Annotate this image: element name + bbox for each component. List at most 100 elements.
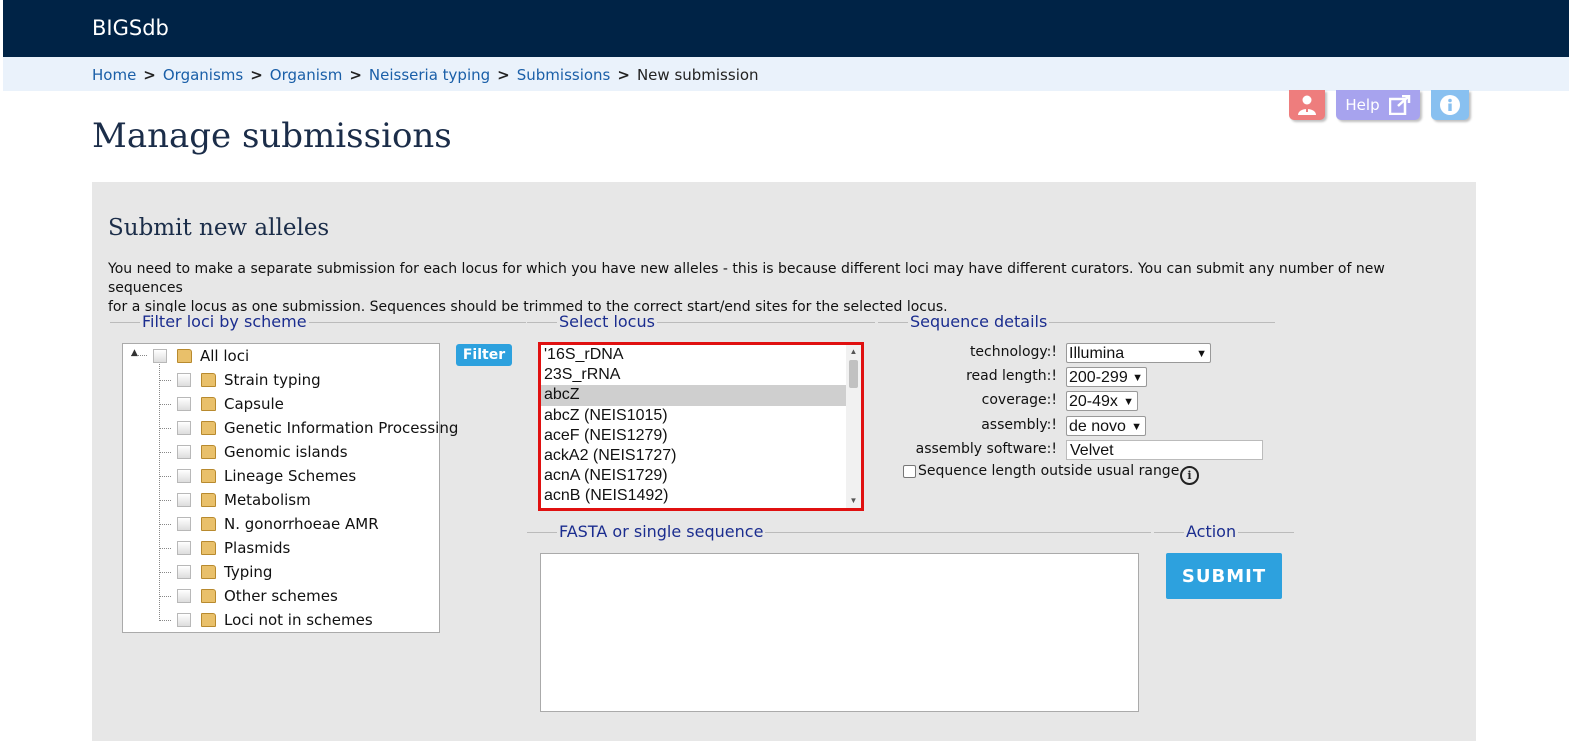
breadcrumb-submissions[interactable]: Submissions [517, 66, 611, 84]
tree-collapse-icon[interactable]: ▲ [131, 348, 138, 358]
chevron-down-icon: ▼ [1196, 348, 1207, 360]
tree-node-label: Plasmids [224, 539, 291, 557]
locus-select-list[interactable]: '16S_rDNA 23S_rRNA abcZ abcZ (NEIS1015) aceF… [538, 342, 864, 511]
scheme-tree[interactable]: ▲ All loci Strain typing Capsule Genetic I… [122, 343, 458, 633]
tree-node-label: Other schemes [224, 587, 338, 605]
locus-option[interactable]: abcZ (NEIS1015) [541, 406, 861, 426]
checkbox-icon[interactable] [177, 493, 191, 507]
checkbox-icon[interactable] [177, 613, 191, 627]
read-length-select[interactable]: 200-299 ▼ [1066, 367, 1147, 387]
info-circle-icon[interactable]: i [1180, 466, 1199, 485]
filter-fieldset-legend: Filter loci by scheme [110, 312, 526, 332]
details-fieldset-legend: Sequence details [878, 312, 1275, 332]
tree-node-scheme[interactable]: Loci not in schemes [177, 610, 373, 630]
coverage-label: coverage:! [981, 392, 1057, 408]
scroll-down-icon[interactable]: ▼ [846, 494, 861, 508]
checkbox-icon[interactable] [177, 373, 191, 387]
site-brand[interactable]: BIGSdb [92, 16, 169, 40]
tree-node-scheme[interactable]: Genomic islands [177, 442, 348, 462]
checkbox-icon[interactable] [177, 589, 191, 603]
folder-icon [201, 493, 216, 507]
tree-node-label: Typing [224, 563, 273, 581]
breadcrumb-home[interactable]: Home [92, 66, 136, 84]
account-button[interactable] [1289, 90, 1325, 120]
breadcrumb-neisseria-typing[interactable]: Neisseria typing [369, 66, 490, 84]
read-length-label: read length:! [966, 368, 1057, 384]
help-button[interactable]: Help [1336, 90, 1420, 120]
tree-node-scheme[interactable]: Genetic Information Processing [177, 418, 458, 438]
submission-panel: Submit new alleles You need to make a se… [92, 182, 1476, 741]
breadcrumb-separator: > [143, 66, 156, 84]
assembly-software-label: assembly software:! [915, 441, 1057, 457]
fasta-fieldset-legend: FASTA or single sequence [527, 522, 1151, 542]
checkbox-icon[interactable] [177, 445, 191, 459]
tree-node-label: N. gonorrhoeae AMR [224, 515, 379, 533]
breadcrumb-separator: > [349, 66, 362, 84]
tree-node-label: Metabolism [224, 491, 311, 509]
submit-button[interactable]: SUBMIT [1166, 553, 1282, 599]
tree-node-scheme[interactable]: Plasmids [177, 538, 290, 558]
locus-option[interactable]: abcZ [541, 385, 861, 406]
assembly-select[interactable]: de novo ▼ [1066, 416, 1146, 436]
checkbox-icon[interactable] [177, 469, 191, 483]
tree-node-label: Genomic islands [224, 443, 348, 461]
scrollbar-thumb[interactable] [849, 360, 858, 388]
locus-option[interactable]: acnB (NEIS1492) [541, 486, 861, 506]
details-legend-text: Sequence details [908, 312, 1050, 331]
tree-node-label: All loci [200, 347, 250, 365]
tree-node-scheme[interactable]: Strain typing [177, 370, 321, 390]
tree-node-label: Loci not in schemes [224, 611, 373, 629]
locus-fieldset-legend: Select locus [527, 312, 875, 332]
folder-icon [201, 445, 216, 459]
locus-option[interactable]: acnA (NEIS1729) [541, 466, 861, 486]
checkbox-icon[interactable] [177, 397, 191, 411]
breadcrumb-organism[interactable]: Organism [270, 66, 343, 84]
locus-option[interactable]: aceF (NEIS1279) [541, 426, 861, 446]
folder-icon [201, 589, 216, 603]
action-legend-text: Action [1184, 522, 1239, 541]
checkbox-icon[interactable] [177, 541, 191, 555]
tree-node-root[interactable]: All loci [153, 346, 249, 366]
assembly-software-input[interactable]: Velvet [1066, 440, 1263, 460]
breadcrumb-organisms[interactable]: Organisms [163, 66, 243, 84]
assembly-label: assembly:! [981, 417, 1057, 433]
outside-range-checkbox[interactable] [903, 465, 916, 478]
tree-node-scheme[interactable]: Typing [177, 562, 272, 582]
outside-range-label: Sequence length outside usual range [918, 463, 1180, 479]
checkbox-icon[interactable] [177, 517, 191, 531]
folder-icon [201, 397, 216, 411]
chevron-down-icon: ▼ [1132, 372, 1143, 384]
technology-label: technology:! [969, 344, 1057, 360]
tree-node-scheme[interactable]: Lineage Schemes [177, 466, 356, 486]
tree-node-scheme[interactable]: Capsule [177, 394, 284, 414]
panel-title: Submit new alleles [108, 215, 330, 241]
tree-node-label: Capsule [224, 395, 284, 413]
locus-list-scrollbar[interactable]: ▲ ▼ [846, 345, 861, 508]
locus-option[interactable]: '16S_rDNA [541, 345, 861, 365]
folder-icon [201, 541, 216, 555]
tree-node-scheme[interactable]: N. gonorrhoeae AMR [177, 514, 379, 534]
breadcrumb-bar: Home > Organisms > Organism > Neisseria typing… [3, 57, 1569, 91]
checkbox-icon[interactable] [177, 565, 191, 579]
coverage-select[interactable]: 20-49x ▼ [1066, 391, 1138, 411]
tree-node-label: Lineage Schemes [224, 467, 357, 485]
tree-node-scheme[interactable]: Other schemes [177, 586, 338, 606]
info-button[interactable] [1431, 90, 1469, 120]
folder-icon [201, 517, 216, 531]
folder-icon [201, 565, 216, 579]
scroll-up-icon[interactable]: ▲ [846, 345, 861, 359]
page-title: Manage submissions [92, 116, 452, 156]
technology-select[interactable]: Illumina ▼ [1066, 343, 1211, 363]
filter-button[interactable]: Filter [456, 344, 512, 366]
fasta-legend-text: FASTA or single sequence [557, 522, 766, 541]
intro-line: You need to make a separate submission f… [108, 261, 1385, 296]
sequence-textarea[interactable] [540, 553, 1139, 712]
locus-option[interactable]: 23S_rRNA [541, 365, 861, 385]
help-label: Help [1345, 96, 1380, 114]
locus-option[interactable]: ackA2 (NEIS1727) [541, 446, 861, 466]
checkbox-icon[interactable] [153, 349, 167, 363]
tree-node-scheme[interactable]: Metabolism [177, 490, 311, 510]
checkbox-icon[interactable] [177, 421, 191, 435]
folder-icon [201, 421, 216, 435]
user-icon [1298, 95, 1316, 115]
